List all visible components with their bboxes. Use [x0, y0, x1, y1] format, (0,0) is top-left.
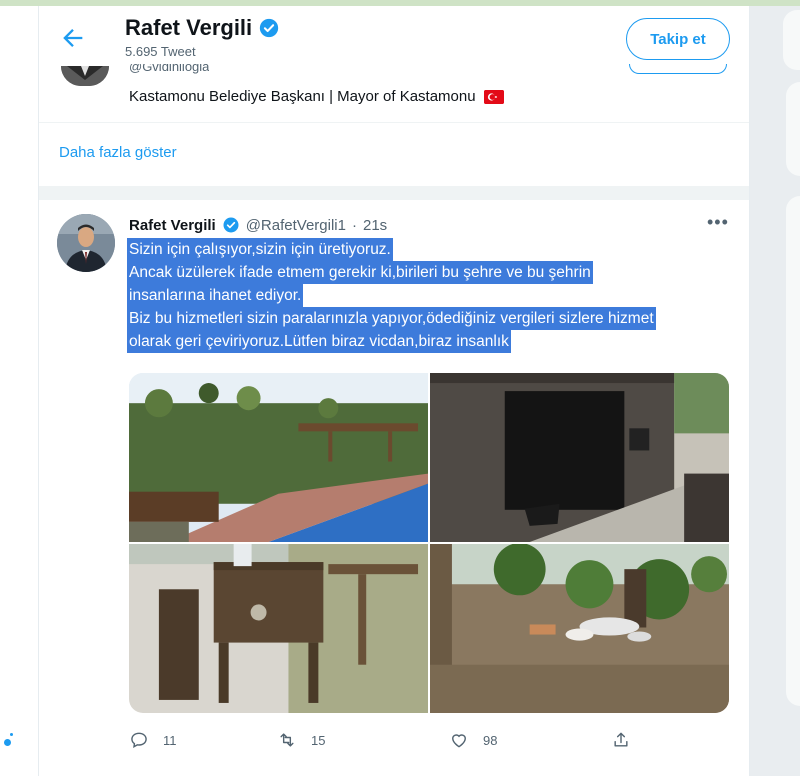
profile-bio: Kastamonu Belediye Başkanı | Mayor of Ka…	[129, 88, 504, 105]
profile-column: Rafet Vergili 5.695 Tweet Takip et @Gvid…	[38, 6, 750, 776]
turkey-flag-icon	[483, 89, 504, 104]
tweet-author-avatar[interactable]	[57, 214, 115, 272]
tweet-author-name[interactable]: Rafet Vergili	[129, 217, 216, 234]
tweet-timestamp[interactable]: 21s	[363, 217, 387, 234]
verified-badge-icon	[223, 217, 239, 233]
header-name: Rafet Vergili	[125, 15, 280, 41]
tweet-media-grid	[129, 373, 729, 713]
retweet-action[interactable]: 15	[277, 730, 325, 750]
verified-badge-icon	[259, 18, 279, 38]
media-photo-damaged-building[interactable]	[430, 373, 729, 542]
like-action[interactable]: 98	[449, 730, 497, 750]
tweet-text-line: Ancak üzülerek ifade etmem gerekir ki,bi…	[127, 261, 593, 284]
tweet-actions: 11 15 98	[129, 730, 689, 754]
bio-text: Kastamonu Belediye Başkanı | Mayor of Ka…	[129, 88, 476, 105]
more-options-icon[interactable]: •••	[707, 212, 729, 233]
tweet-text-line: olarak geri çeviriyoruz.Lütfen biraz vic…	[127, 330, 511, 353]
right-sidebar	[750, 6, 800, 776]
share-icon[interactable]	[611, 730, 631, 750]
retweet-icon[interactable]	[277, 730, 297, 750]
tweet-header: Rafet Vergili @RafetVergili1 · 21s	[129, 216, 387, 234]
tweet-separator: ·	[351, 216, 357, 234]
tweet-text-line: Biz bu hizmetleri sizin paralarınızla ya…	[127, 307, 656, 330]
profile-header: Rafet Vergili 5.695 Tweet Takip et	[39, 6, 749, 64]
media-photo-broken-bench[interactable]	[129, 544, 428, 713]
tweet[interactable]: Rafet Vergili @RafetVergili1 · 21s ••• S…	[39, 200, 749, 776]
header-display-name: Rafet Vergili	[125, 15, 253, 40]
share-action[interactable]	[611, 730, 631, 750]
follow-button-partial	[629, 64, 727, 74]
search-box-partial[interactable]	[783, 10, 800, 70]
notification-dot-icon	[10, 733, 13, 736]
media-photo-park-walkway[interactable]	[129, 373, 428, 542]
tweet-count: 5.695 Tweet	[125, 44, 196, 59]
tweet-text-line: insanlarına ihanet ediyor.	[127, 284, 304, 307]
retweet-count: 15	[311, 732, 326, 748]
tweet-text-line: Sizin için çalışıyor,sizin için üretiyor…	[127, 238, 393, 261]
divider	[39, 122, 749, 123]
show-more-link[interactable]: Daha fazla göster	[59, 144, 177, 161]
left-nav-rail	[0, 6, 38, 776]
tweet-text: Sizin için çalışıyor,sizin için üretiyor…	[127, 238, 737, 353]
reply-icon[interactable]	[129, 730, 149, 750]
profile-avatar-partial	[61, 66, 109, 86]
profile-handle-partial: @Gvidinliogla	[129, 64, 210, 74]
sidebar-card-partial	[786, 82, 800, 176]
section-gap	[39, 186, 749, 200]
follow-button[interactable]: Takip et	[626, 18, 730, 60]
reply-action[interactable]: 11	[129, 730, 177, 750]
sidebar-card-partial	[786, 196, 800, 706]
more-dot-icon[interactable]	[4, 739, 11, 746]
tweet-author-handle[interactable]: @RafetVergili1	[246, 217, 346, 234]
back-arrow-icon[interactable]	[59, 24, 87, 52]
profile-bio-section: @Gvidinliogla Kastamonu Belediye Başkanı…	[39, 64, 749, 122]
reply-count: 11	[163, 732, 177, 748]
media-photo-litter[interactable]	[430, 544, 729, 713]
like-count: 98	[483, 732, 498, 748]
heart-icon[interactable]	[449, 730, 469, 750]
